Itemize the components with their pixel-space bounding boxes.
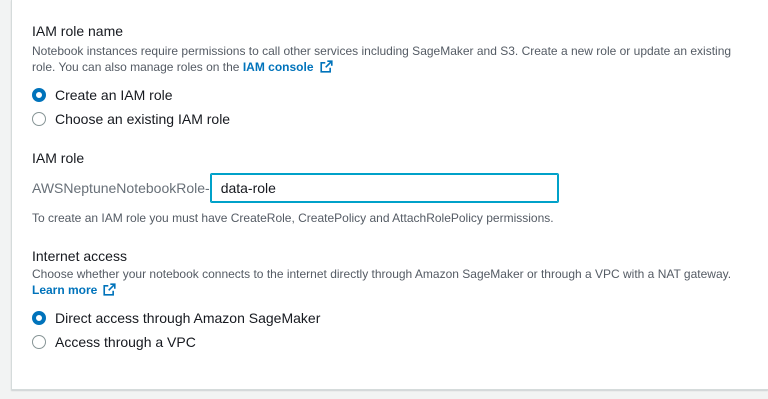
internet-access-description: Choose whether your notebook connects to… [32,266,748,298]
radio-direct-access[interactable]: Direct access through Amazon SageMaker [32,306,748,330]
iam-console-link-label: IAM console [242,60,314,74]
iam-role-name-description-text: Notebook instances require permissions t… [32,44,732,74]
internet-access-section: Internet access Choose whether your note… [32,247,748,354]
radio-unselected-icon [32,112,46,126]
iam-role-input-row: AWSNeptuneNotebookRole- [32,173,748,203]
iam-console-link[interactable]: IAM console [243,60,333,74]
iam-role-title: IAM role [32,150,85,166]
internet-access-description-text: Choose whether your notebook connects to… [32,267,732,281]
internet-access-title: Internet access [32,248,127,264]
radio-unselected-icon [32,335,46,349]
iam-role-name-title: IAM role name [32,23,124,39]
iam-role-section: IAM role AWSNeptuneNotebookRole- To crea… [32,149,748,226]
radio-selected-icon [32,311,46,325]
radio-access-through-vpc-label: Access through a VPC [55,334,196,350]
iam-role-name-input[interactable] [209,173,559,203]
radio-choose-existing-iam-role-label: Choose an existing IAM role [55,111,231,127]
radio-selected-icon [32,88,46,102]
notebook-permissions-panel: IAM role name Notebook instances require… [11,0,768,390]
iam-role-name-description: Notebook instances require permissions t… [32,43,748,75]
iam-role-prefix: AWSNeptuneNotebookRole- [32,180,210,196]
external-link-icon [103,283,116,296]
external-link-icon [319,60,333,73]
learn-more-link[interactable]: Learn more [32,283,116,297]
radio-create-iam-role[interactable]: Create an IAM role [32,83,748,107]
radio-create-iam-role-label: Create an IAM role [55,87,173,103]
radio-access-through-vpc[interactable]: Access through a VPC [32,330,748,354]
learn-more-link-label: Learn more [32,283,98,297]
iam-role-hint: To create an IAM role you must have Crea… [32,211,554,225]
radio-direct-access-label: Direct access through Amazon SageMaker [55,310,321,326]
radio-choose-existing-iam-role[interactable]: Choose an existing IAM role [32,107,748,131]
iam-role-name-section: IAM role name Notebook instances require… [32,22,748,131]
